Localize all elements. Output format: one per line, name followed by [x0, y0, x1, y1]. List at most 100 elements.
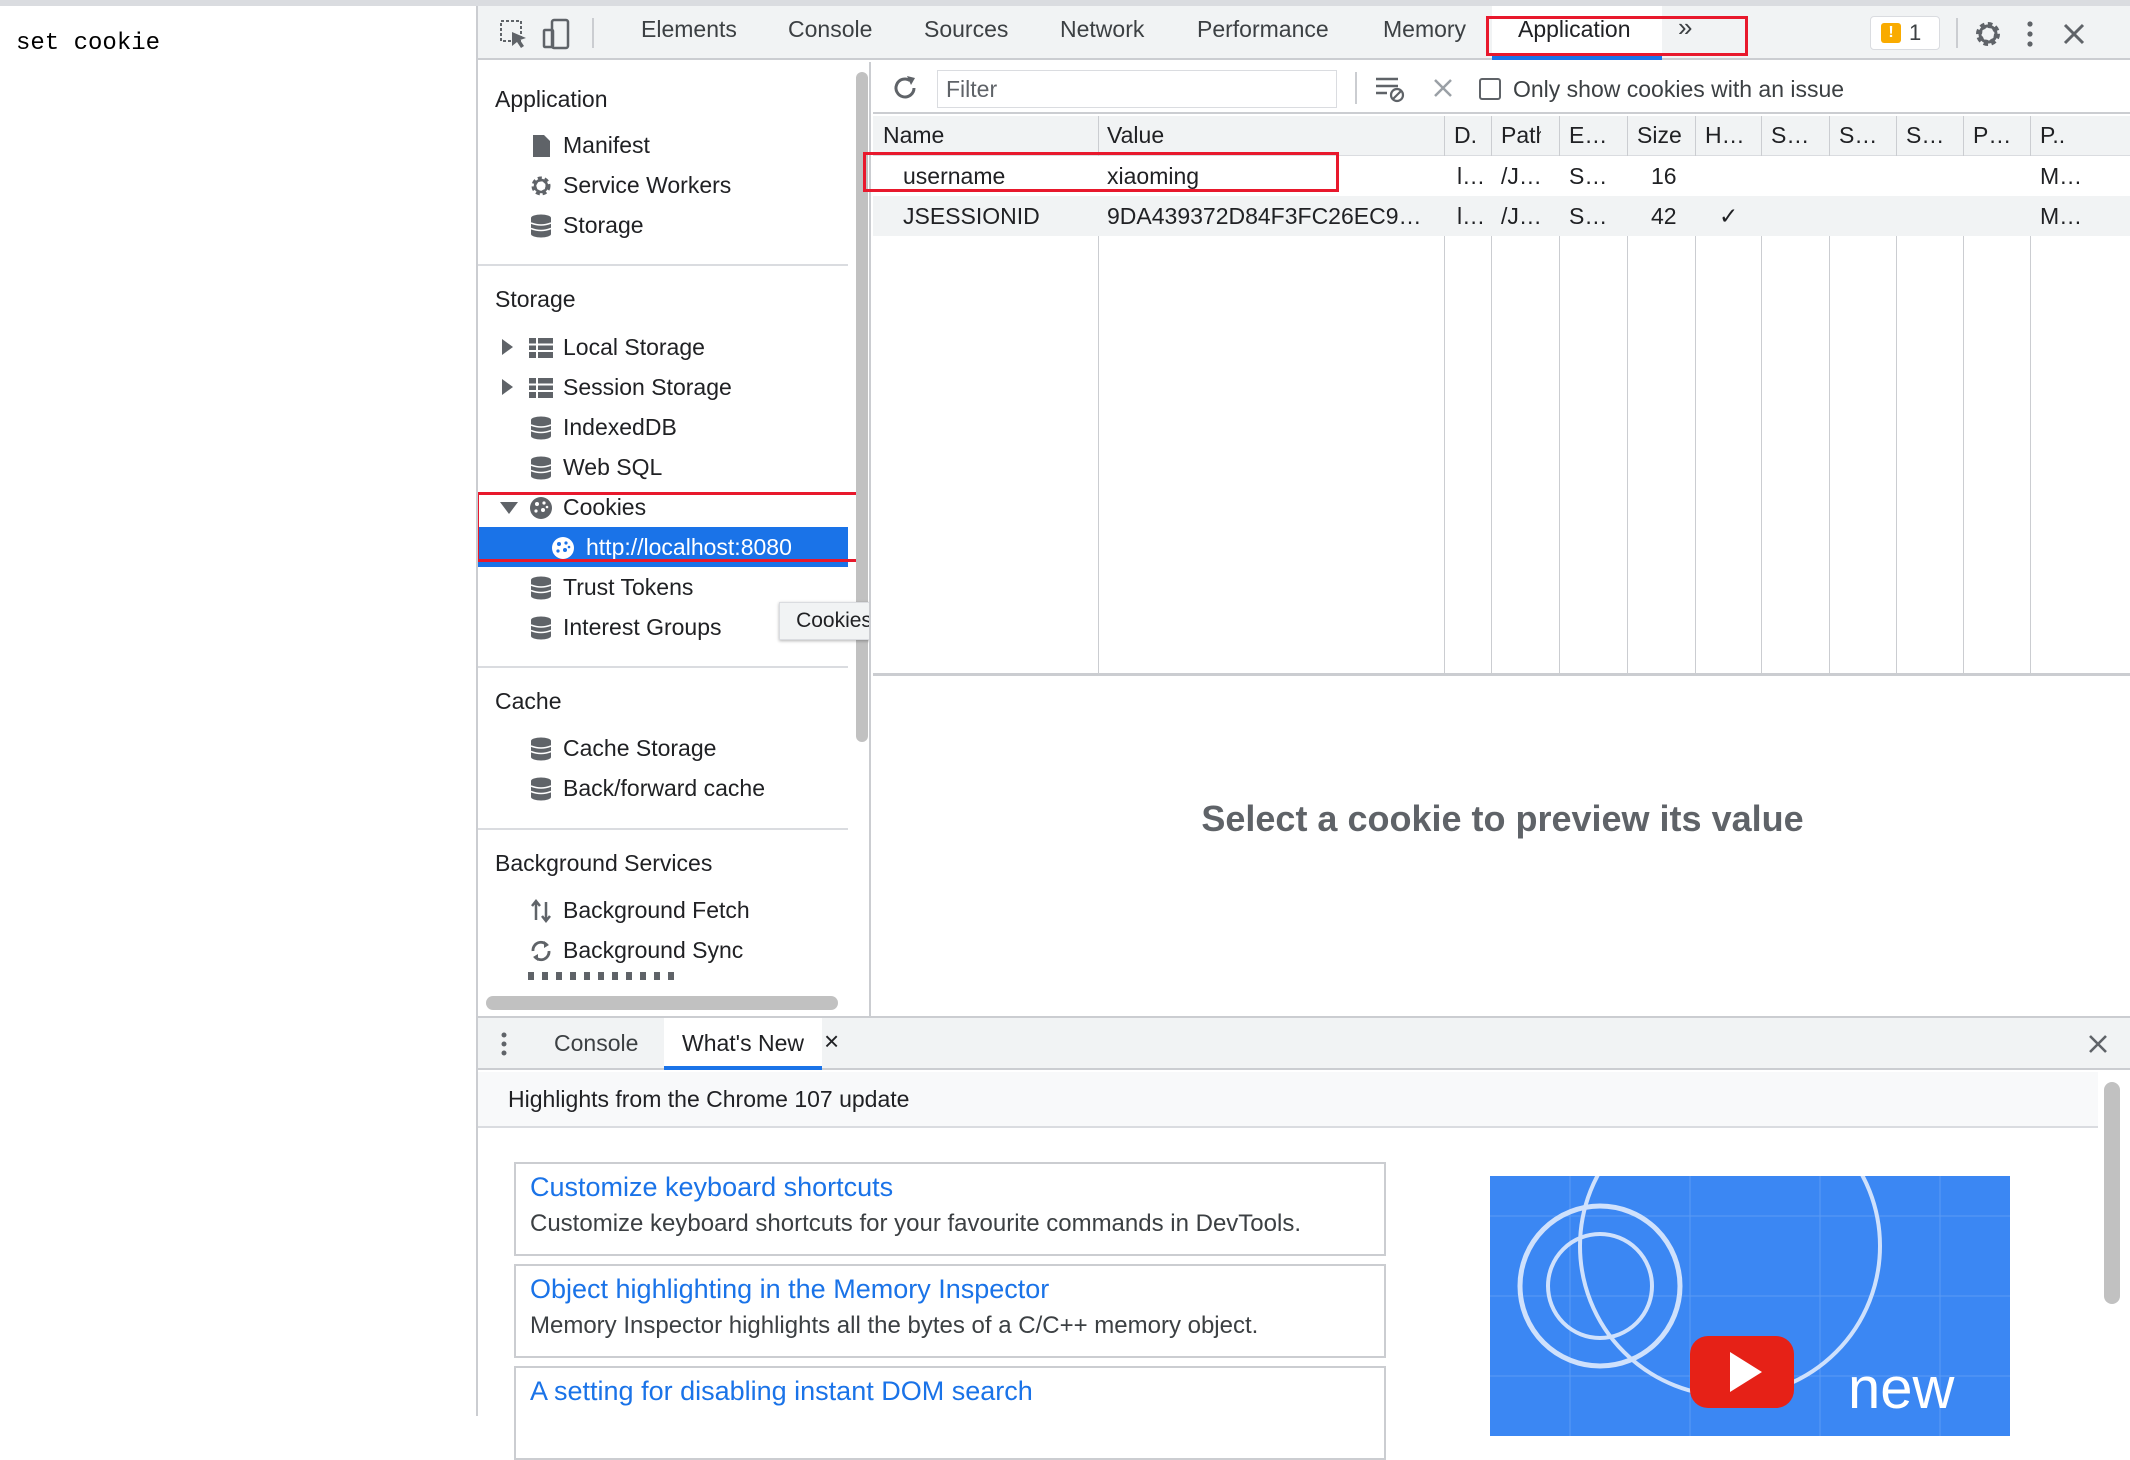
tab-elements[interactable]: Elements [641, 16, 737, 43]
tab-network[interactable]: Network [1060, 16, 1144, 43]
column-header-secure[interactable]: S… [1771, 122, 1821, 149]
whats-new-card[interactable]: A setting for disabling instant DOM sear… [514, 1366, 1386, 1460]
column-header-value[interactable]: Value [1107, 122, 1347, 149]
tooltip: Cookies [779, 602, 869, 640]
cell-expires: S… [1569, 203, 1608, 229]
sidebar-item-service-workers[interactable]: Service Workers [478, 165, 848, 205]
cookies-table: Name Value D. Path E… Size H… S… S… S… P… [863, 116, 2130, 676]
cell-name: JSESSIONID [903, 203, 1040, 229]
cell-domain: l… [1457, 163, 1486, 189]
browser-viewport: { "page": {"text": "set cookie"}, "devto… [0, 0, 2130, 1460]
issues-badge[interactable]: ! 1 [1870, 16, 1940, 50]
gear-icon[interactable] [1968, 14, 2008, 54]
cell-domain: l… [1457, 203, 1486, 229]
page-body-text: set cookie [16, 30, 161, 57]
devtools-panel: Elements Console Sources Network Perform… [476, 6, 2130, 1460]
close-icon[interactable] [2084, 1030, 2112, 1058]
tab-sources[interactable]: Sources [924, 16, 1008, 43]
delete-selected-icon[interactable] [1429, 74, 1457, 102]
refresh-icon[interactable] [889, 72, 921, 104]
sidebar-item-local-storage[interactable]: Local Storage [478, 327, 848, 367]
database-icon [528, 736, 554, 762]
close-icon[interactable]: × [824, 1026, 839, 1057]
sync-icon [528, 938, 554, 964]
highlight-box-username-row [863, 152, 1339, 192]
kebab-menu-icon[interactable] [2010, 14, 2050, 54]
section-title-background-services: Background Services [495, 850, 713, 876]
drawer-tab-whats-new[interactable]: What's New [682, 1030, 804, 1057]
cell-size: 16 [1651, 163, 1677, 189]
cell-priority: M… [2040, 163, 2083, 189]
cookie-preview-placeholder: Select a cookie to preview its value [1201, 798, 1804, 839]
device-toolbar-icon[interactable] [536, 14, 576, 54]
sidebar-item-manifest[interactable]: Manifest [478, 125, 848, 165]
cell-path: /J… [1501, 203, 1542, 229]
expand-arrow-icon[interactable] [502, 379, 513, 395]
card-description: Memory Inspector highlights all the byte… [530, 1312, 1259, 1339]
cookies-toolbar: Only show cookies with an issue [873, 62, 2130, 114]
chrome-107-graphic: new [1490, 1176, 2010, 1436]
column-header-domain[interactable]: D. [1454, 122, 1484, 149]
cell-path: /J… [1501, 163, 1542, 189]
cookies-pane: Only show cookies with an issue Name Val… [863, 62, 2130, 1016]
tab-performance[interactable]: Performance [1197, 16, 1329, 43]
whats-new-video-thumbnail[interactable]: new [1490, 1176, 2010, 1436]
only-issue-label: Only show cookies with an issue [1513, 76, 1845, 102]
drawer-vertical-scrollbar[interactable] [2104, 1082, 2120, 1304]
sidebar-item-storage[interactable]: Storage [478, 205, 848, 245]
card-title-link[interactable]: Customize keyboard shortcuts [530, 1172, 893, 1203]
section-title-cache: Cache [495, 688, 562, 714]
column-header-httponly[interactable]: H… [1705, 122, 1755, 149]
database-icon [528, 575, 554, 601]
filter-input[interactable] [937, 70, 1337, 108]
sidebar-item-session-storage[interactable]: Session Storage [478, 367, 848, 407]
column-header-partition[interactable]: P… [1973, 122, 2023, 149]
column-header-size[interactable]: Size [1637, 122, 1687, 149]
column-header-priority[interactable]: P.. [2040, 122, 2090, 149]
expand-arrow-icon[interactable] [502, 339, 513, 355]
table-row[interactable]: JSESSIONID 9DA439372D84F3FC26EC9… l… /J…… [873, 196, 2130, 236]
tab-memory[interactable]: Memory [1383, 16, 1466, 43]
column-header-name[interactable]: Name [883, 122, 1083, 149]
application-sidebar: Application Manifest Service Workers Sto… [478, 62, 871, 1016]
cell-value: 9DA439372D84F3FC26EC9… [1107, 203, 1422, 229]
clear-filtered-icon[interactable] [1373, 72, 1407, 104]
gear-icon [528, 173, 554, 199]
database-icon [528, 615, 554, 641]
column-header-expires[interactable]: E… [1569, 122, 1619, 149]
sidebar-item-background-fetch[interactable]: Background Fetch [478, 890, 848, 930]
issues-count: 1 [1909, 20, 1922, 45]
sidebar-item-cache-storage[interactable]: Cache Storage [478, 728, 848, 768]
whats-new-card[interactable]: Object highlighting in the Memory Inspec… [514, 1264, 1386, 1358]
sidebar-horizontal-scrollbar[interactable] [486, 996, 838, 1010]
card-title-link[interactable]: A setting for disabling instant DOM sear… [530, 1376, 1033, 1407]
warning-icon: ! [1881, 23, 1901, 43]
sidebar-item-back-forward-cache[interactable]: Back/forward cache [478, 768, 848, 808]
section-title-storage: Storage [495, 286, 576, 312]
column-header-sameparty[interactable]: S… [1906, 122, 1956, 149]
highlight-box-cookies [478, 492, 866, 562]
close-icon[interactable] [2054, 14, 2094, 54]
database-icon [528, 776, 554, 802]
document-icon [528, 133, 554, 159]
drawer-tab-console[interactable]: Console [554, 1030, 638, 1057]
card-description: Customize keyboard shortcuts for your fa… [530, 1210, 1301, 1237]
tab-console[interactable]: Console [788, 16, 872, 43]
database-icon [528, 213, 554, 239]
drawer-tabbar: Console What's New × [478, 1018, 2130, 1070]
sidebar-item-web-sql[interactable]: Web SQL [478, 447, 848, 487]
sidebar-item-trust-tokens[interactable]: Trust Tokens [478, 567, 848, 607]
card-title-link[interactable]: Object highlighting in the Memory Inspec… [530, 1274, 1049, 1305]
only-issue-checkbox[interactable] [1479, 78, 1501, 100]
whats-new-card[interactable]: Customize keyboard shortcuts Customize k… [514, 1162, 1386, 1256]
sidebar-item-background-sync[interactable]: Background Sync [478, 930, 848, 970]
bottom-drawer: Console What's New × Highlights from the… [478, 1016, 2130, 1460]
video-text: new [1848, 1356, 1956, 1421]
column-header-samesite[interactable]: S… [1839, 122, 1889, 149]
drawer-menu-icon[interactable] [492, 1028, 516, 1060]
column-header-path[interactable]: Path [1501, 122, 1541, 149]
cell-size: 42 [1651, 203, 1677, 229]
inspect-element-icon[interactable] [494, 14, 534, 54]
whats-new-header: Highlights from the Chrome 107 update [478, 1072, 2098, 1128]
sidebar-item-indexeddb[interactable]: IndexedDB [478, 407, 848, 447]
